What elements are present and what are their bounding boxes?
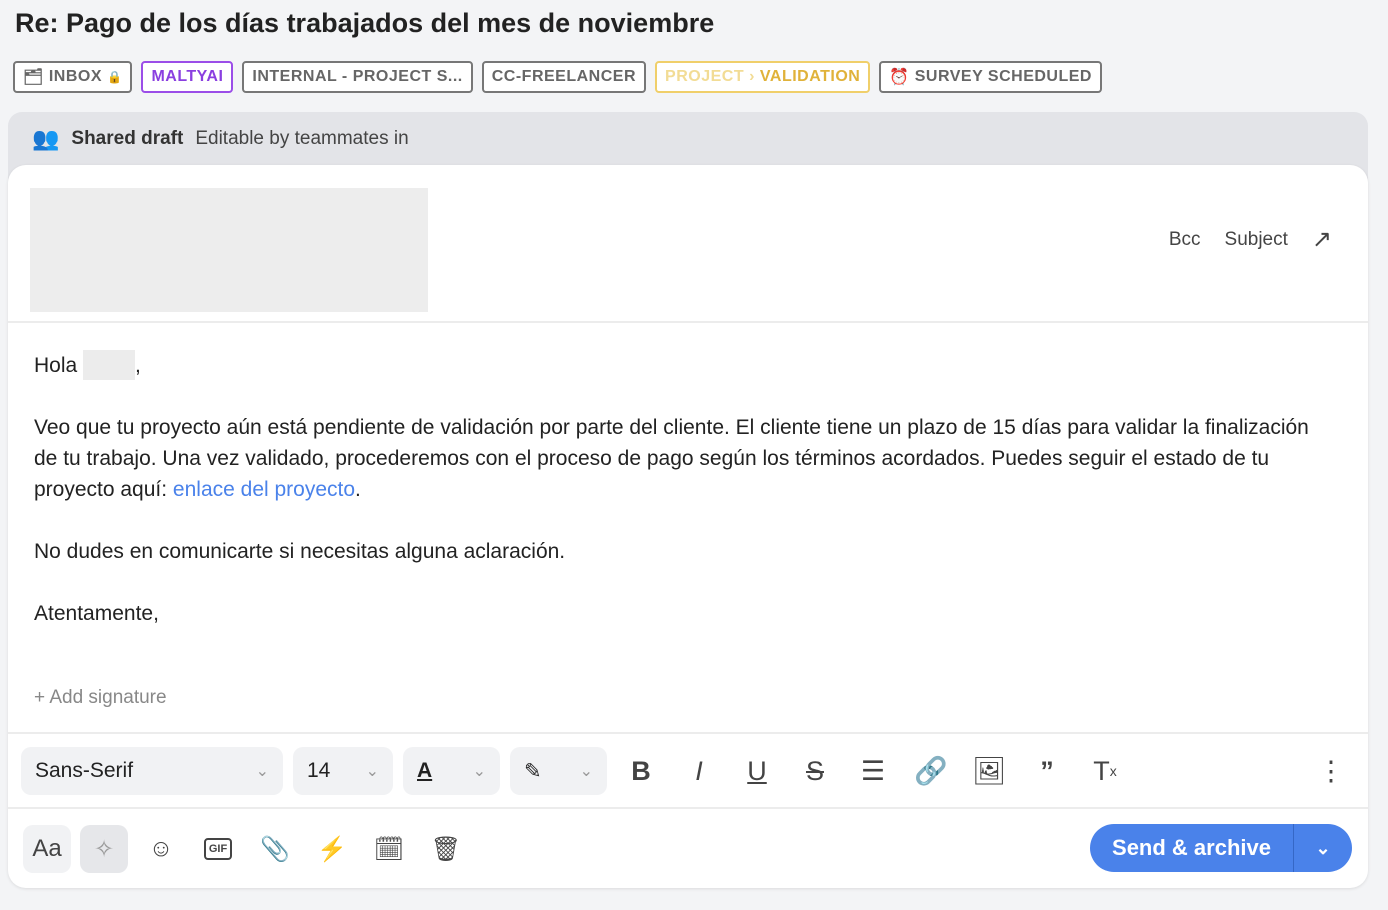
inbox-icon: 🗂 (23, 69, 44, 86)
greeting: Hola (34, 354, 78, 377)
tag-internal[interactable]: INTERNAL - PROJECT S... (242, 61, 473, 93)
tag-label: INTERNAL - PROJECT S... (252, 68, 463, 85)
project-link[interactable]: enlace del proyecto (173, 478, 355, 501)
format-toggle-button[interactable]: Aa (23, 825, 71, 873)
subject-button[interactable]: Subject (1225, 229, 1288, 251)
tag-list: 🗂 INBOX 🔒 MALTYAI INTERNAL - PROJECT S... … (13, 61, 1102, 93)
font-family-select[interactable]: Sans-Serif ⌄ (21, 747, 283, 795)
chevron-down-icon: ⌄ (255, 763, 269, 780)
tag-inbox[interactable]: 🗂 INBOX 🔒 (13, 61, 133, 93)
pop-out-icon[interactable]: ↗ (1312, 225, 1332, 254)
closing: Atentamente, (34, 602, 159, 625)
send-archive-button[interactable]: Send & archive ⌄ (1090, 824, 1352, 872)
lock-icon: 🔒 (106, 70, 123, 84)
schedule-icon[interactable]: 🗓 (365, 825, 413, 873)
alarm-clock-icon: ⏰ (889, 69, 910, 86)
more-options-icon[interactable]: ⋮ (1307, 747, 1355, 795)
compose-card: Bcc Subject ↗ Hola , Veo que tu proyecto… (8, 165, 1368, 888)
font-value: Sans-Serif (35, 759, 134, 782)
add-signature-label: Add signature (49, 687, 167, 708)
aa-label: Aa (32, 835, 62, 862)
chevron-down-icon: ⌄ (365, 763, 379, 780)
chevron-down-icon: ⌄ (472, 763, 486, 780)
clear-format-icon[interactable]: Tx (1081, 747, 1129, 795)
text-color-select[interactable]: A ⌄ (403, 747, 500, 795)
link-icon[interactable]: 🔗 (907, 747, 955, 795)
add-signature-button[interactable]: + Add signature (34, 687, 167, 709)
tag-maltyai[interactable]: MALTYAI (141, 61, 234, 93)
highlighter-icon: ✎ (524, 759, 542, 783)
tag-label: SURVEY SCHEDULED (914, 68, 1092, 85)
tag-cc-freelancer[interactable]: CC-FREELANCER (481, 61, 647, 93)
chevron-down-icon[interactable]: ⌄ (1294, 824, 1352, 872)
image-icon[interactable]: 🖼 (965, 747, 1013, 795)
gif-icon[interactable]: GIF (194, 825, 242, 873)
underline-icon[interactable]: U (733, 747, 781, 795)
tag-label: MALTYAI (151, 68, 224, 85)
name-redacted (83, 350, 136, 380)
shared-draft-label: Shared draft (71, 128, 184, 149)
attachment-icon[interactable]: 📎 (251, 825, 299, 873)
tag-label: VALIDATION (759, 68, 861, 85)
tag-label: INBOX (48, 68, 102, 85)
font-size-select[interactable]: 14 ⌄ (293, 747, 393, 795)
bold-icon[interactable]: B (617, 747, 665, 795)
shared-draft-desc: Editable by teammates in (195, 128, 409, 149)
chevron-right-icon: › (749, 68, 755, 85)
tag-label: CC-FREELANCER (491, 68, 637, 85)
bcc-button[interactable]: Bcc (1169, 229, 1201, 251)
email-subject-title: Re: Pago de los días trabajados del mes … (15, 8, 715, 38)
text-color-icon: A (417, 759, 433, 782)
emoji-icon[interactable]: ☺ (137, 825, 185, 873)
chevron-down-icon: ⌄ (579, 763, 593, 780)
tag-prefix: PROJECT (665, 68, 745, 85)
greeting-end: , (135, 354, 141, 377)
strikethrough-icon[interactable]: S (791, 747, 839, 795)
tag-survey-scheduled[interactable]: ⏰ SURVEY SCHEDULED (879, 61, 1102, 93)
send-archive-label[interactable]: Send & archive (1090, 824, 1294, 872)
quote-icon[interactable]: ” (1023, 747, 1071, 795)
tag-project-validation[interactable]: PROJECT › VALIDATION (655, 61, 871, 93)
divider (8, 321, 1368, 323)
trash-icon[interactable]: 🗑 (422, 825, 470, 873)
divider (8, 732, 1368, 734)
snippet-icon[interactable]: ⚡ (308, 825, 356, 873)
paragraph: No dudes en comunicarte si necesitas alg… (34, 540, 566, 563)
ai-sparkle-icon[interactable]: ✧ (80, 825, 128, 873)
divider (8, 807, 1368, 809)
recipients-redacted (30, 188, 428, 312)
format-toolbar: Sans-Serif ⌄ 14 ⌄ A ⌄ ✎ ⌄ B I U S ☰ 🔗 🖼 ” Tx… (21, 747, 1355, 795)
plus-icon: + (34, 687, 50, 708)
size-value: 14 (307, 759, 331, 782)
message-body[interactable]: Hola , Veo que tu proyecto aún está pend… (34, 350, 1324, 660)
highlight-select[interactable]: ✎ ⌄ (510, 747, 607, 795)
italic-icon[interactable]: I (675, 747, 723, 795)
bullet-list-icon[interactable]: ☰ (849, 747, 897, 795)
paragraph-end: . (355, 478, 361, 501)
users-icon: 👥 (32, 126, 60, 151)
